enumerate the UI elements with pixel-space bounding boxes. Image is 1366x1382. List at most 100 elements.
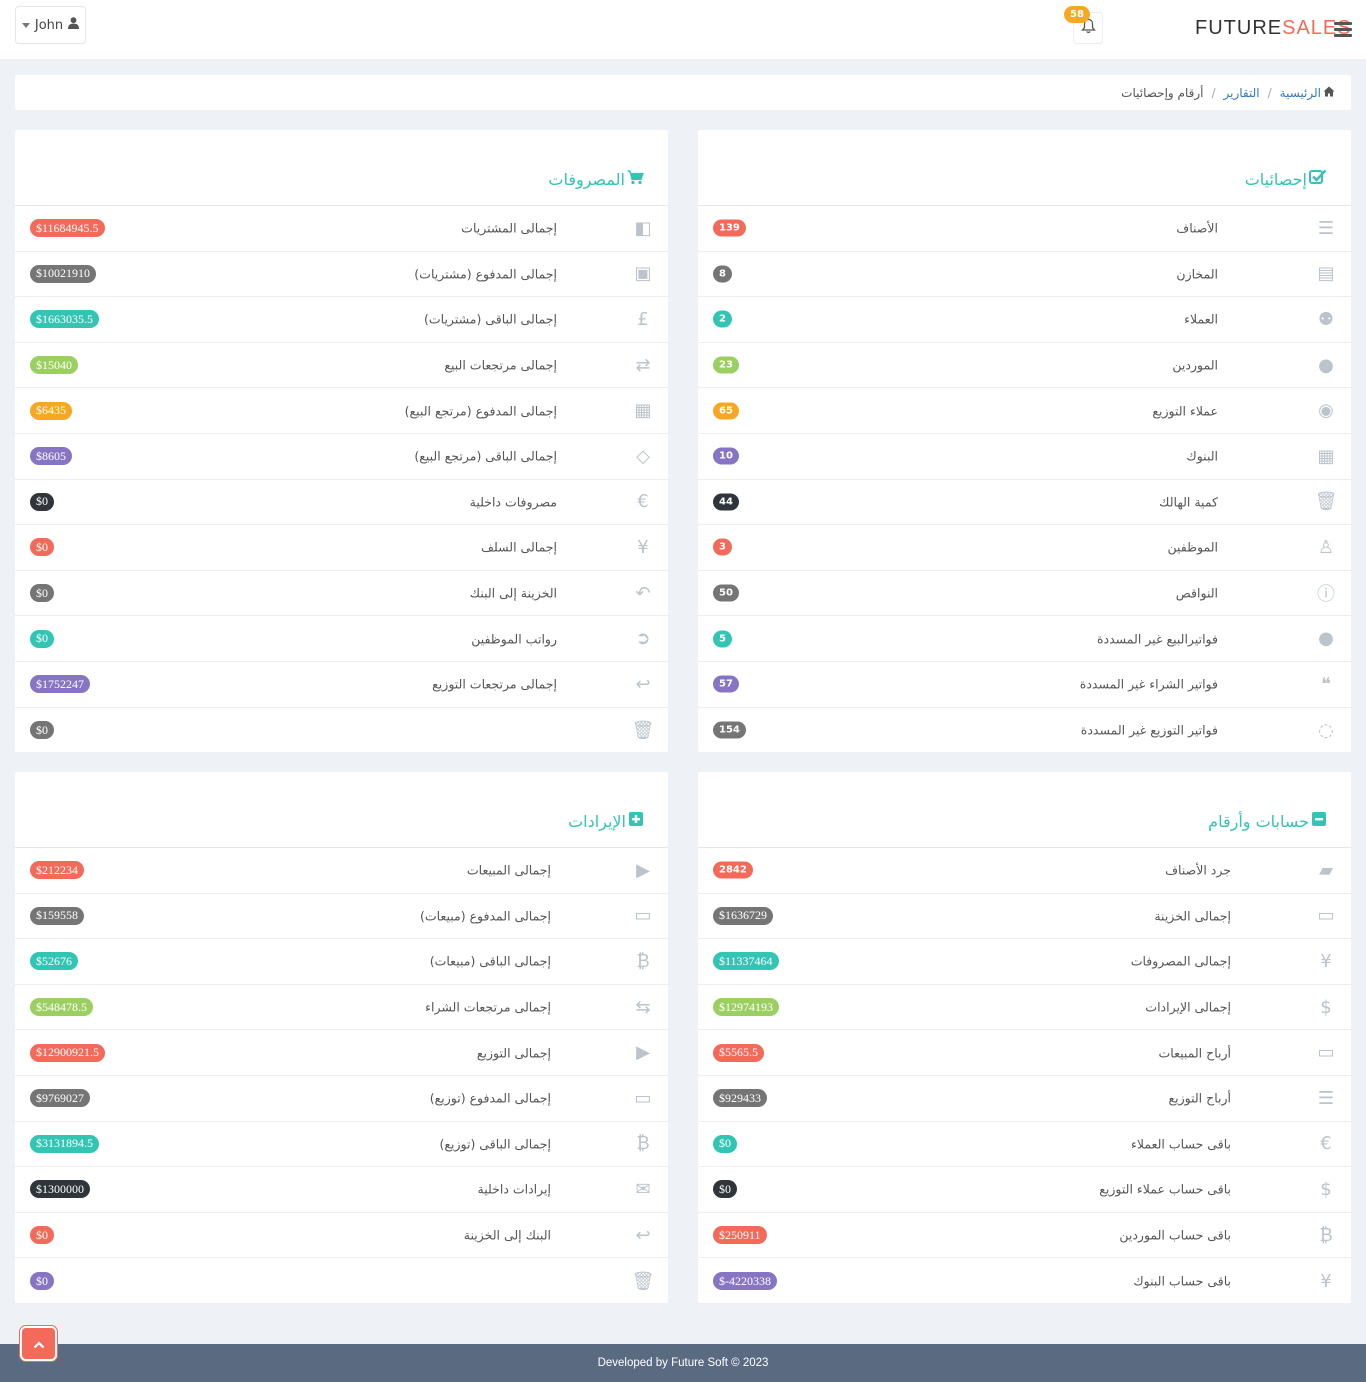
- list-item-label: الأصناف: [1176, 220, 1218, 236]
- value-badge: $0: [713, 1134, 737, 1153]
- breadcrumb-reports[interactable]: التقارير: [1224, 86, 1260, 100]
- list-item: ↩ إجمالى مرتجعات التوزيع $1752247: [15, 662, 668, 708]
- value-badge: $212234: [30, 861, 84, 880]
- value-badge: $0: [30, 1272, 54, 1291]
- user-icon: [68, 17, 80, 33]
- play-square-icon: ▶: [636, 859, 650, 881]
- euro-icon: €: [1320, 1133, 1332, 1155]
- commenting-icon: ◌: [1318, 719, 1334, 741]
- user-circle-icon: ◉: [1318, 400, 1334, 422]
- reply-all-icon: ↶: [635, 582, 651, 604]
- comments-icon: ❝: [1321, 673, 1331, 695]
- panel-title: المصروفات: [548, 170, 644, 189]
- list-item-label: إجمالى التوزيع: [476, 1045, 551, 1061]
- list-item-label: رواتب الموظفين: [471, 631, 557, 647]
- panel-header: الإيرادات: [15, 772, 668, 848]
- breadcrumb-home[interactable]: الرئيسية: [1280, 86, 1335, 100]
- list-item-label: إجمالى المدفوع (مبيعات): [420, 908, 551, 924]
- value-badge: $250911: [713, 1226, 767, 1245]
- value-badge: $52676: [30, 952, 78, 971]
- value-badge: 2: [713, 310, 732, 328]
- shopping-cart-icon: [627, 170, 644, 189]
- value-badge: $9769027: [30, 1089, 90, 1108]
- list-item-label: إجمالى الإيرادات: [1145, 999, 1231, 1015]
- list-item-label: إجمالى المدفوع (مشتريات): [414, 266, 557, 282]
- list-item-label: إجمالى الباقى (توزيع): [439, 1136, 551, 1152]
- check-square-icon: [1309, 169, 1327, 189]
- money-icon: ▭: [634, 905, 652, 927]
- breadcrumb-current: أرقام وإحصائيات: [1121, 85, 1204, 100]
- list-item: ₿ إجمالى الباقى (توزيع) $3131894.5: [15, 1122, 668, 1168]
- list-item: $ باقى حساب عملاء التوزيع $0: [698, 1167, 1351, 1213]
- list-item: ✉ إيرادات داخلية $1300000: [15, 1167, 668, 1213]
- list-item-label: عملاء التوزيع: [1152, 403, 1218, 419]
- value-badge: 23: [713, 356, 739, 374]
- list-item-label: النواقص: [1175, 585, 1218, 601]
- value-badge: $1752247: [30, 675, 90, 694]
- list-icon: ☰: [1317, 217, 1335, 239]
- statistics-panel: إحصائيات ☰ الأصناف 139 ▤ المخازن 8 ⚉ العملاء 2 ● ا…: [698, 130, 1351, 752]
- expenses-panel: المصروفات ◧ إجمالى المشتريات $11684945.5 ▣ إ…: [15, 130, 668, 752]
- list-item-label: الموردين: [1172, 357, 1218, 373]
- list-item: ▭ إجمالى المدفوع (مبيعات) $159558: [15, 894, 668, 940]
- dollar-icon: $: [1320, 1178, 1332, 1200]
- notification-count-badge: 58: [1064, 6, 1090, 23]
- list-item: ◇ إجمالى الباقى (مرتجع البيع) $8605: [15, 434, 668, 480]
- list-item-label: إجمالى المدفوع (توزيع): [429, 1090, 551, 1106]
- list-item-label: فواتيرالبيع غير المسددة: [1096, 631, 1218, 647]
- list-item: ¥ إجمالى المصروفات $11337464: [698, 939, 1351, 985]
- list-item: 🗑 $0: [15, 1258, 668, 1304]
- value-badge: $929433: [713, 1089, 767, 1108]
- value-badge: 3: [713, 538, 732, 556]
- value-badge: $0: [30, 584, 54, 603]
- panel-title: إحصائيات: [1245, 169, 1327, 189]
- menu-toggle-icon[interactable]: [1334, 22, 1352, 37]
- archive-icon: ▤: [1317, 263, 1335, 285]
- list-item-label: إجمالى مرتجعات الشراء: [425, 999, 551, 1015]
- list-item: £ إجمالى الباقى (مشتريات) $1663035.5: [15, 297, 668, 343]
- list-item: ☰ أرباح التوزيع $929433: [698, 1076, 1351, 1122]
- yen-icon: ¥: [637, 536, 649, 558]
- money-icon: ▭: [1317, 905, 1335, 927]
- value-badge: $-4220338: [713, 1272, 777, 1291]
- value-badge: $5565.5: [713, 1043, 764, 1062]
- list-item: ◌ فواتير التوزيع غير المسددة 154: [698, 708, 1351, 754]
- value-badge: $159558: [30, 906, 84, 925]
- list-item: € باقى حساب العملاء $0: [698, 1122, 1351, 1168]
- list-item-label: الخزينة إلى البنك: [469, 585, 557, 601]
- value-badge: $0: [30, 721, 54, 740]
- list-item: ⇆ إجمالى مرتجعات الشراء $548478.5: [15, 985, 668, 1031]
- ticket-icon: ◇: [636, 445, 650, 467]
- list-item-label: إجمالى المبيعات: [466, 862, 551, 878]
- home-icon: [1323, 86, 1335, 100]
- list-item-label: مصروفات داخلية: [469, 494, 557, 510]
- list-item-label: كمية الهالك: [1159, 494, 1218, 510]
- list-item-label: البنوك: [1186, 448, 1218, 464]
- breadcrumb: الرئيسية / التقارير / أرقام وإحصائيات: [1121, 75, 1335, 110]
- value-badge: 5: [713, 630, 732, 648]
- list-item-label: العملاء: [1184, 311, 1218, 327]
- scroll-to-top-button[interactable]: [20, 1326, 57, 1361]
- list-item: ♙ الموظفين 3: [698, 525, 1351, 571]
- value-badge: $1636729: [713, 906, 773, 925]
- accounts-panel: حسابات وأرقام ▰ جرد الأصناف 2842 ▭ إجمالى ال…: [698, 772, 1351, 1303]
- user-menu-button[interactable]: John: [15, 6, 86, 44]
- retweet-icon: ⇄: [635, 354, 651, 376]
- list-item-label: باقى حساب البنوك: [1133, 1273, 1231, 1289]
- calendar-icon: ▦: [634, 400, 652, 422]
- chevron-up-icon: [33, 1334, 45, 1353]
- value-badge: $1663035.5: [30, 310, 99, 329]
- list-item: ⚉ العملاء 2: [698, 297, 1351, 343]
- briefcase-icon: ▣: [634, 263, 652, 285]
- value-badge: 44: [713, 493, 739, 511]
- brand-logo[interactable]: FUTURESALES: [1195, 17, 1352, 40]
- list-item-label: فواتير التوزيع غير المسددة: [1080, 722, 1218, 738]
- panel-title: حسابات وأرقام: [1208, 811, 1327, 831]
- list-item: ▦ إجمالى المدفوع (مرتجع البيع) $6435: [15, 388, 668, 434]
- comment-icon: ●: [1318, 628, 1334, 650]
- value-badge: 10: [713, 447, 739, 465]
- euro-icon: €: [637, 491, 649, 513]
- list-item: ▭ إجمالى الخزينة $1636729: [698, 894, 1351, 940]
- list-item-label: إيرادات داخلية: [477, 1181, 551, 1197]
- list-item-label: إجمالى الباقى (مبيعات): [429, 953, 551, 969]
